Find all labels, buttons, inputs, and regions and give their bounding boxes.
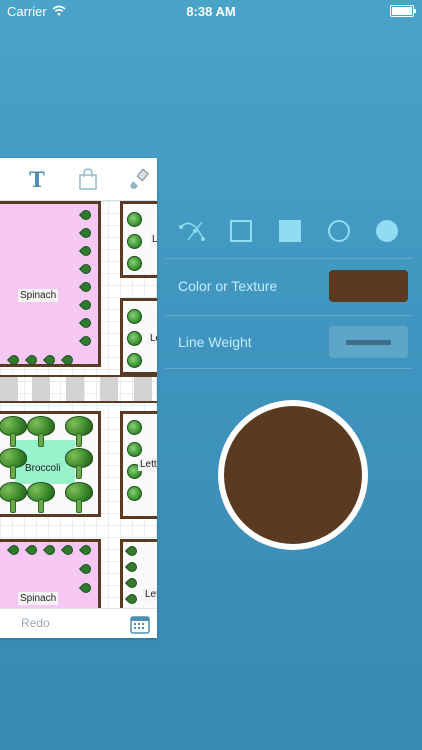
garden-toolbar: T (0, 158, 157, 201)
calendar-icon[interactable] (130, 614, 150, 634)
spinach-leaf (78, 207, 94, 223)
stepping-stone (100, 377, 118, 401)
battery-icon (390, 5, 416, 17)
rectangle-filled-icon[interactable] (276, 217, 304, 245)
garden-canvas[interactable]: Spinach Le Le (0, 201, 157, 619)
rectangle-outline-icon[interactable] (227, 217, 255, 245)
broccoli-plant (0, 416, 27, 448)
lettuce-head (127, 486, 142, 501)
spinach-leaf (42, 352, 58, 368)
spinach-leaf (60, 352, 76, 368)
status-bar: Carrier 8:38 AM (0, 0, 422, 22)
lettuce-leaf (124, 591, 140, 607)
color-preview-fill (224, 406, 362, 544)
redo-button[interactable]: Redo (21, 616, 50, 630)
broccoli-plant (0, 482, 27, 514)
garden-footer: Redo (0, 608, 157, 638)
bed-label: Spinach (18, 592, 59, 605)
lettuce-head (127, 420, 142, 435)
bed-label: Lettu (138, 458, 157, 471)
circle-filled-icon[interactable] (373, 217, 401, 245)
broccoli-plant (27, 482, 55, 514)
color-texture-swatch[interactable] (329, 270, 408, 302)
broccoli-plant (65, 482, 93, 514)
bed-label: Let (143, 588, 157, 601)
spinach-leaf (42, 542, 58, 558)
color-preview-circle (218, 400, 368, 550)
lettuce-head (127, 442, 142, 457)
broccoli-plant (65, 416, 93, 448)
lettuce-head (127, 256, 142, 271)
shape-tool-row (165, 205, 422, 257)
divider (165, 368, 412, 369)
spinach-leaf (6, 542, 22, 558)
divider (165, 258, 412, 259)
spinach-leaf (78, 542, 94, 558)
shopping-bag-icon[interactable] (74, 166, 102, 192)
bed-label: Spinach (18, 289, 59, 302)
spinach-leaf (24, 542, 40, 558)
garden-bed[interactable]: Lettu (120, 411, 157, 519)
spinach-leaf (78, 297, 94, 313)
spinach-leaf (78, 333, 94, 349)
lettuce-head (127, 309, 142, 324)
status-time: 8:38 AM (186, 4, 236, 19)
spinach-leaf (78, 261, 94, 277)
bed-label: Le (148, 332, 157, 345)
garden-bed[interactable]: Le (120, 298, 157, 375)
spinach-leaf (78, 580, 94, 596)
garden-bed[interactable]: Spinach (0, 539, 101, 619)
lettuce-head (127, 212, 142, 227)
lettuce-head (127, 353, 142, 368)
garden-bed[interactable]: Spinach (0, 201, 101, 368)
line-weight-selector[interactable] (329, 326, 408, 358)
spinach-leaf (60, 542, 76, 558)
lettuce-leaf (124, 575, 140, 591)
stepping-stone (0, 377, 18, 401)
paint-brush-icon[interactable] (125, 166, 153, 192)
garden-bed[interactable]: Broccoli (0, 411, 101, 517)
lettuce-leaf (124, 559, 140, 575)
spinach-leaf (6, 352, 22, 368)
lettuce-leaf (124, 543, 140, 559)
bed-label: Broccoli (25, 463, 61, 474)
stepping-stone (66, 377, 84, 401)
broccoli-plant (65, 448, 93, 480)
broccoli-plant (27, 416, 55, 448)
spinach-leaf (78, 243, 94, 259)
spinach-leaf (78, 561, 94, 577)
bed-label: Le (150, 233, 157, 246)
stepping-stone (32, 377, 50, 401)
garden-bed[interactable]: Let (120, 539, 157, 619)
garden-panel: T Spinach L L Broccoli Lett Spinach Le R… (0, 158, 157, 638)
lettuce-head (127, 234, 142, 249)
garden-bed[interactable]: Le (120, 201, 157, 278)
spinach-leaf (78, 225, 94, 241)
divider (165, 315, 412, 316)
spinach-leaf (78, 279, 94, 295)
lettuce-head (127, 331, 142, 346)
text-tool-button[interactable]: T (23, 166, 51, 192)
circle-outline-icon[interactable] (325, 217, 353, 245)
spinach-leaf (78, 315, 94, 331)
spinach-leaf (24, 352, 40, 368)
stepping-stone-path (0, 375, 157, 403)
bezier-curve-icon[interactable] (178, 217, 206, 245)
stepping-stone (134, 377, 152, 401)
color-texture-label: Color or Texture (178, 278, 278, 294)
line-weight-label: Line Weight (178, 334, 252, 350)
